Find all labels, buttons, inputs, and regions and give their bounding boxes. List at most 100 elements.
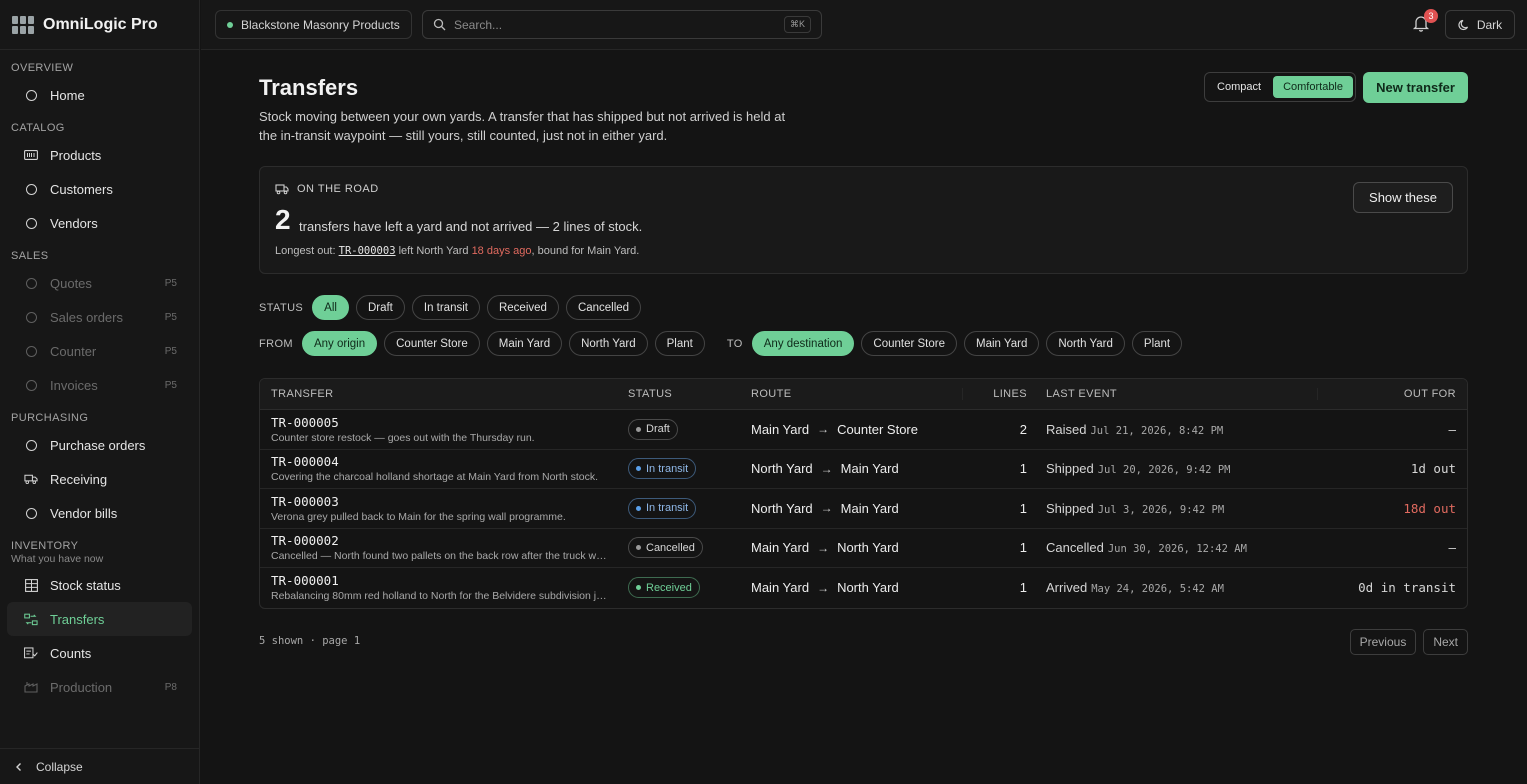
status-chip-draft[interactable]: Draft	[355, 295, 405, 320]
to-chip-any-destination[interactable]: Any destination	[751, 331, 855, 356]
status-chip-cancelled[interactable]: Cancelled	[565, 295, 642, 320]
event-timestamp: Jun 30, 2026, 12:42 AM	[1107, 543, 1247, 556]
route-filter-row: FROM Any origin Counter Store Main Yard Nort…	[259, 331, 1183, 356]
table-row[interactable]: TR-000002 Cancelled — North found two pal…	[260, 529, 1467, 568]
status-cell: Received	[617, 577, 740, 599]
search-box[interactable]: ⌘K	[422, 10, 822, 39]
theme-toggle[interactable]: Dark	[1445, 10, 1515, 39]
column-header-last-event: LAST EVENT	[1035, 388, 1318, 400]
checklist-icon	[24, 646, 38, 660]
sidebar-item-counts[interactable]: Counts	[7, 636, 192, 670]
new-transfer-button[interactable]: New transfer	[1363, 72, 1468, 103]
route: North Yard → Main Yard	[751, 461, 963, 476]
sidebar-nav: OVERVIEW Home CATALOG Products Customers Vend…	[0, 58, 199, 744]
route: Main Yard → North Yard	[751, 540, 963, 555]
sidebar-item-vendor-bills[interactable]: Vendor bills	[7, 496, 192, 530]
out-for: 0d in transit	[1358, 580, 1456, 596]
event-timestamp: Jul 3, 2026, 9:42 PM	[1097, 503, 1225, 516]
status-badge: In transit	[628, 497, 697, 519]
previous-page-button[interactable]: Previous	[1349, 629, 1417, 655]
sidebar-item-home[interactable]: Home	[7, 78, 192, 112]
org-name: Blackstone Masonry Products	[241, 17, 400, 32]
route-cell: North Yard → Main Yard	[740, 461, 963, 476]
phase-badge: P5	[164, 277, 177, 289]
arrow-right-icon: →	[817, 580, 830, 595]
circle-icon	[24, 88, 38, 102]
notification-badge: 3	[1424, 9, 1438, 23]
transfer-id[interactable]: TR-000001	[271, 573, 617, 588]
status-chip-received[interactable]: Received	[486, 295, 559, 320]
transfer-id[interactable]: TR-000005	[271, 415, 617, 430]
sidebar-item-purchase-orders[interactable]: Purchase orders	[7, 428, 192, 462]
transfer-id[interactable]: TR-000002	[271, 533, 617, 548]
status-chip-in-transit[interactable]: In transit	[411, 295, 480, 320]
topbar: Blackstone Masonry Products ⌘K 3 Dark	[201, 0, 1527, 50]
theme-label: Dark	[1476, 17, 1503, 32]
status-badge: In transit	[628, 458, 697, 480]
from-chip-main-yard[interactable]: Main Yard	[486, 331, 563, 356]
to-chip-north-yard[interactable]: North Yard	[1046, 331, 1125, 356]
sidebar-item-transfers[interactable]: Transfers	[7, 602, 192, 636]
last-event-cell: Arrived May 24, 2026, 5:42 AM	[1035, 580, 1318, 595]
density-option-comfortable[interactable]: Comfortable	[1273, 76, 1353, 98]
chevron-left-icon	[16, 762, 21, 771]
table-row[interactable]: TR-000003 Verona grey pulled back to Main…	[260, 489, 1467, 529]
circle-icon	[24, 216, 38, 230]
table-row[interactable]: TR-000001 Rebalancing 80mm red holland to…	[260, 568, 1467, 608]
nav-section-purchasing: PURCHASING	[11, 412, 89, 424]
from-chip-north-yard[interactable]: North Yard	[569, 331, 648, 356]
last-event-cell: Cancelled Jun 30, 2026, 12:42 AM	[1035, 540, 1318, 555]
event-label: Shipped	[1046, 500, 1094, 516]
next-page-button[interactable]: Next	[1423, 629, 1468, 655]
phase-badge: P5	[164, 311, 177, 323]
from-chip-plant[interactable]: Plant	[654, 331, 705, 356]
notifications-button[interactable]: 3	[1412, 9, 1438, 34]
status-dot	[636, 585, 641, 591]
brand[interactable]: OmniLogic Pro	[0, 0, 199, 50]
collapse-button[interactable]: Collapse	[0, 748, 199, 784]
longest-out-prefix: Longest out:	[275, 245, 336, 257]
table-row[interactable]: TR-000004 Covering the charcoal holland s…	[260, 450, 1467, 489]
sidebar-item-customers[interactable]: Customers	[7, 172, 192, 206]
density-option-compact[interactable]: Compact	[1207, 76, 1271, 98]
nav-section-catalog: CATALOG	[11, 122, 65, 134]
transfer-id[interactable]: TR-000003	[271, 494, 617, 509]
org-switcher[interactable]: Blackstone Masonry Products	[215, 10, 412, 39]
longest-out-origin: left North Yard	[398, 245, 469, 257]
to-chip-main-yard[interactable]: Main Yard	[964, 331, 1040, 356]
sidebar-item-vendors[interactable]: Vendors	[7, 206, 192, 240]
density-toggle: Compact Comfortable	[1204, 72, 1356, 102]
to-chip-plant[interactable]: Plant	[1131, 331, 1183, 356]
route-from: Main Yard	[751, 580, 810, 596]
transfer-id[interactable]: TR-000004	[271, 454, 617, 469]
to-chip-counter-store[interactable]: Counter Store	[861, 331, 957, 356]
longest-out-destination: , bound for Main Yard.	[531, 245, 640, 257]
truck-icon	[24, 472, 38, 486]
column-header-status: STATUS	[628, 388, 673, 400]
brand-name: OmniLogic Pro	[43, 15, 158, 33]
event-timestamp: Jul 21, 2026, 8:42 PM	[1090, 424, 1224, 437]
sidebar-item-production: Production P8	[7, 670, 192, 704]
sidebar-item-products[interactable]: Products	[7, 138, 192, 172]
from-chip-counter-store[interactable]: Counter Store	[384, 331, 480, 356]
search-input[interactable]	[454, 17, 776, 32]
show-these-button[interactable]: Show these	[1353, 182, 1453, 213]
route-to: Main Yard	[840, 500, 899, 516]
sidebar-item-receiving[interactable]: Receiving	[7, 462, 192, 496]
nav-section-sales: SALES	[11, 250, 49, 262]
lines-count: 1	[1019, 461, 1027, 477]
sidebar: OmniLogic Pro OVERVIEW Home CATALOG Product…	[0, 0, 200, 784]
event-label: Shipped	[1046, 461, 1094, 477]
sidebar-item-stock-status[interactable]: Stock status	[7, 568, 192, 602]
phase-badge: P5	[164, 379, 177, 391]
column-header-lines: LINES	[993, 388, 1027, 400]
table-row[interactable]: TR-000005 Counter store restock — goes ou…	[260, 410, 1467, 450]
from-chip-any-origin[interactable]: Any origin	[301, 331, 378, 356]
search-shortcut: ⌘K	[783, 16, 811, 33]
lines-count: 1	[1019, 500, 1027, 516]
longest-out-age: 18 days ago	[471, 245, 532, 257]
circle-icon	[24, 506, 38, 520]
transfer-note: Cancelled — North found two pallets on t…	[271, 550, 609, 563]
longest-out-transfer-link[interactable]: TR-000003	[339, 245, 396, 257]
status-chip-all[interactable]: All	[312, 295, 349, 320]
